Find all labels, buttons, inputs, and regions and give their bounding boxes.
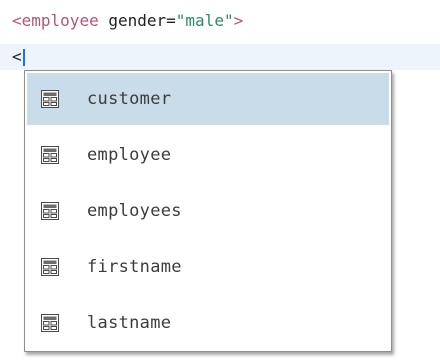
autocomplete-item-employee[interactable]: employee [27,129,389,181]
attribute-value: "male" [175,11,234,30]
tag-close-bracket: > [233,11,244,30]
editor-line-employee[interactable]: <employee gender="male"> [12,10,243,32]
autocomplete-item-label: customer [87,89,172,109]
attribute-equals: = [166,11,176,30]
autocomplete-item-label: employees [87,201,182,221]
autocomplete-popup: customer employee employees firstname la… [24,70,392,352]
editor-line-current[interactable]: < [12,47,22,67]
attribute-name: gender [108,11,167,30]
element-icon [41,90,59,108]
autocomplete-item-label: firstname [87,257,182,277]
autocomplete-item-firstname[interactable]: firstname [27,241,389,293]
autocomplete-item-lastname[interactable]: lastname [27,297,389,349]
element-icon [41,314,59,332]
autocomplete-item-label: lastname [87,313,172,333]
tag-open-bracket: < [12,11,22,30]
current-line-highlight [0,44,440,70]
autocomplete-item-customer[interactable]: customer [27,73,389,125]
autocomplete-item-employees[interactable]: employees [27,185,389,237]
tag-name: employee [21,11,99,30]
text-caret [23,49,25,66]
autocomplete-item-label: employee [87,145,172,165]
element-icon [41,146,59,164]
element-icon [41,258,59,276]
element-icon [41,202,59,220]
